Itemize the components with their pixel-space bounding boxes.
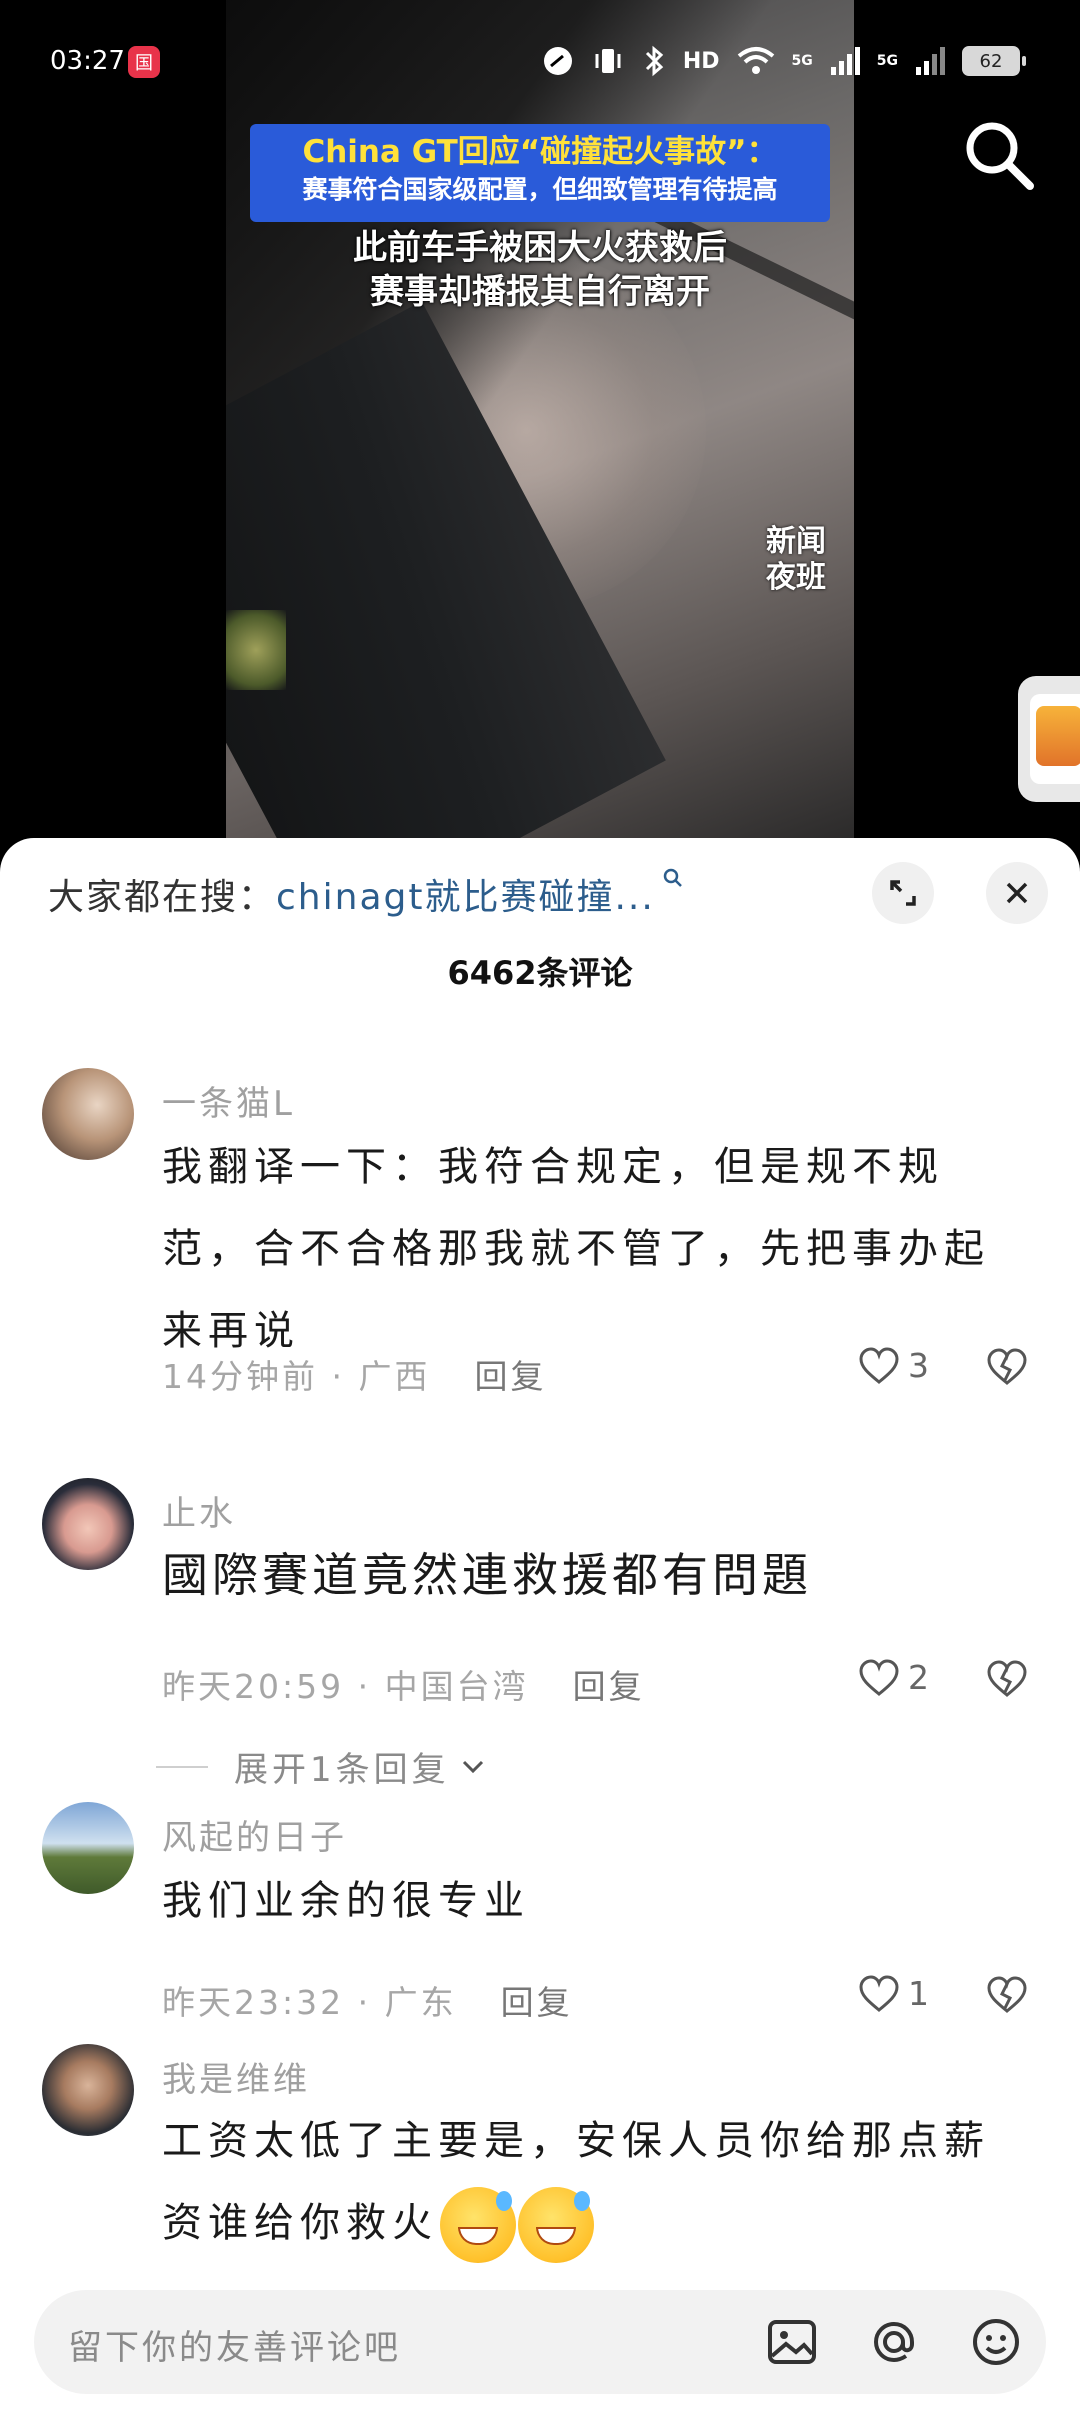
sheet-header: 大家都在搜：chinagt就比赛碰撞... [0,838,1080,938]
comment-time: 昨天20:59 [162,1667,345,1706]
status-time: 03:27 [50,46,125,76]
comment-count: 6462条评论 [447,954,633,992]
close-button[interactable] [986,862,1048,924]
comment-meta: 14分钟前 · 广西 回复 [162,1357,547,1396]
like-button[interactable]: 3 [858,1346,929,1385]
like-button[interactable]: 2 [858,1658,929,1697]
chevron-down-icon [462,1760,483,1773]
expand-button[interactable] [872,862,934,924]
bluetooth-icon [645,45,664,77]
headline-line2: 赛事符合国家级配置，但细致管理有待提高 [302,175,778,204]
sweat-smile-emoji [440,2187,516,2263]
close-icon [1006,882,1028,904]
dislike-button[interactable] [986,1348,1028,1390]
like-count: 2 [908,1658,929,1697]
mention-button[interactable] [864,2312,924,2372]
heart-icon [859,1658,899,1696]
hot-search-label: 大家都在搜： [48,877,277,918]
emoji-button[interactable] [966,2312,1026,2372]
comment-text: 我翻译一下：我符合规定，但是规不规范，合不合格那我就不管了，先把事办起来再说 [162,1144,990,1354]
hot-search-query[interactable]: chinagt就比赛碰撞... [276,877,655,918]
video-subtitle: 此前车手被困大火获救后 赛事却播报其自行离开 [226,226,854,314]
sweat-smile-emoji [518,2187,594,2263]
headline-line1: China GT回应“碰撞起火事故”： [302,134,778,170]
signal-icon [830,47,860,75]
subtitle-line2: 赛事却播报其自行离开 [370,272,710,312]
video-headline: China GT回应“碰撞起火事故”： 赛事符合国家级配置，但细致管理有待提高 [250,124,830,222]
news-watermark: 新闻夜班 [766,524,826,595]
heart-icon [859,1974,899,2012]
broken-heart-icon [987,1348,1027,1385]
reply-button[interactable]: 回复 [573,1667,645,1706]
vibrate-icon [595,49,621,73]
comment-time: 14分钟前 [162,1357,318,1396]
like-count: 1 [908,1974,929,2013]
comment-meta: 昨天23:32 · 广东 回复 [162,1983,573,2022]
like-button[interactable]: 1 [858,1974,929,2013]
comment-location: 中国台湾 [384,1667,529,1706]
avatar[interactable] [42,1478,134,1570]
comment-time: 昨天23:32 [162,1983,345,2022]
network-label-1: 5G [791,53,813,69]
reply-button[interactable]: 回复 [474,1357,546,1396]
status-icons: HD 5G 5G 62 [541,44,1026,78]
wifi-icon [737,47,774,74]
comment-author[interactable]: 一条猫L [162,1076,295,1125]
signal-icon-2 [916,47,945,75]
expand-replies-label: 展开1条回复 [234,1750,450,1790]
expand-icon [890,880,916,906]
comment-location: 广西 [358,1357,431,1396]
broken-heart-icon [987,1660,1027,1697]
side-promo-widget[interactable] [1018,676,1080,802]
smiley-icon [973,2319,1019,2365]
comment-author[interactable]: 止水 [162,1486,236,1535]
comment-author[interactable]: 我是维维 [162,2052,310,2101]
heart-icon [859,1346,899,1384]
image-button[interactable] [762,2312,822,2372]
avatar[interactable] [42,2044,134,2136]
broken-heart-icon [987,1976,1027,2013]
notification-app-icon: 国 [128,46,160,78]
network-label-2: 5G [876,53,898,69]
comment-text: 國際賽道竟然連救援都有問題 [162,1548,812,1602]
dislike-button[interactable] [986,1976,1028,2018]
comment-meta: 昨天20:59 · 中国台湾 回复 [162,1667,645,1706]
at-icon [873,2321,914,2363]
battery-indicator: 62 [962,46,1026,76]
like-count: 3 [908,1346,929,1385]
hot-search[interactable]: 大家都在搜：chinagt就比赛碰撞... [48,868,683,920]
image-icon [768,2320,816,2364]
comment-text: 我们业余的很专业 [162,1878,530,1924]
comment-text: 工资太低了主要是，安保人员你给那点薪资谁给你救火 [162,2100,1022,2264]
comment-input[interactable]: 留下你的友善评论吧 [34,2290,1046,2394]
nfc-icon [543,47,572,75]
avatar[interactable] [42,1802,134,1894]
subtitle-line1: 此前车手被困大火获救后 [353,228,727,268]
hd-label: HD [682,48,720,74]
expand-replies-button[interactable]: 展开1条回复 [156,1742,488,1791]
comment-sheet: 大家都在搜：chinagt就比赛碰撞... 6462条评论 一条猫L 我翻译一下… [0,838,1080,2414]
comment-input-placeholder: 留下你的友善评论吧 [68,2328,401,2368]
status-bar: 03:27 国 HD 5G 5G 62 [0,0,1080,130]
promo-icon [1036,706,1080,766]
small-search-icon [663,868,683,893]
comment-location: 广东 [384,1983,457,2022]
dislike-button[interactable] [986,1660,1028,1702]
avatar[interactable] [42,1068,134,1160]
comment-author[interactable]: 风起的日子 [162,1810,347,1859]
reply-button[interactable]: 回复 [501,1983,573,2022]
